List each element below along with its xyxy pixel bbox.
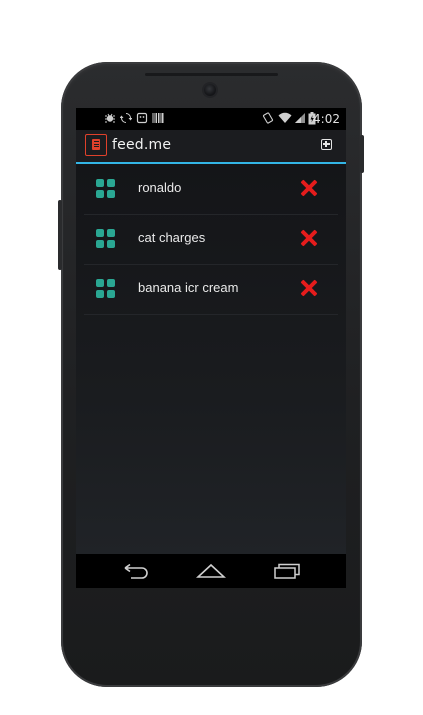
delete-x-icon[interactable] [300, 229, 318, 247]
speaker-grille [145, 73, 278, 76]
grid-icon[interactable] [96, 229, 116, 249]
add-box-icon[interactable] [321, 139, 332, 150]
item-label: cat charges [138, 230, 206, 245]
signal-icon [294, 112, 306, 126]
grid-icon[interactable] [96, 279, 116, 299]
item-list: ronaldo cat charges banana icr cream [76, 164, 346, 554]
navigation-bar [76, 554, 346, 588]
notepad-icon[interactable] [85, 134, 107, 156]
list-item[interactable]: banana icr cream [84, 264, 338, 315]
sync-icon [119, 112, 133, 126]
front-camera [204, 84, 216, 96]
back-icon[interactable] [121, 562, 151, 580]
volume-button [58, 200, 62, 270]
status-bar: 4:02 [76, 108, 346, 130]
home-icon[interactable] [196, 562, 226, 580]
delete-x-icon[interactable] [300, 179, 318, 197]
action-bar: feed.me [76, 130, 346, 164]
app-title: feed.me [112, 137, 172, 153]
recent-apps-icon[interactable] [272, 562, 302, 580]
android-icon [136, 112, 148, 126]
item-label: ronaldo [138, 180, 182, 195]
power-button [360, 135, 364, 173]
barcode-icon [152, 112, 164, 126]
rotate-icon [262, 112, 274, 126]
debug-icon [104, 112, 116, 126]
wifi-icon [278, 112, 292, 126]
list-item[interactable]: cat charges [84, 214, 338, 265]
list-item[interactable]: ronaldo [84, 164, 338, 215]
screen: 4:02 feed.me ronaldo cat charges banana … [76, 108, 346, 588]
item-label: banana icr cream [138, 280, 239, 295]
clock: 4:02 [313, 112, 340, 126]
delete-x-icon[interactable] [300, 279, 318, 297]
grid-icon[interactable] [96, 179, 116, 199]
